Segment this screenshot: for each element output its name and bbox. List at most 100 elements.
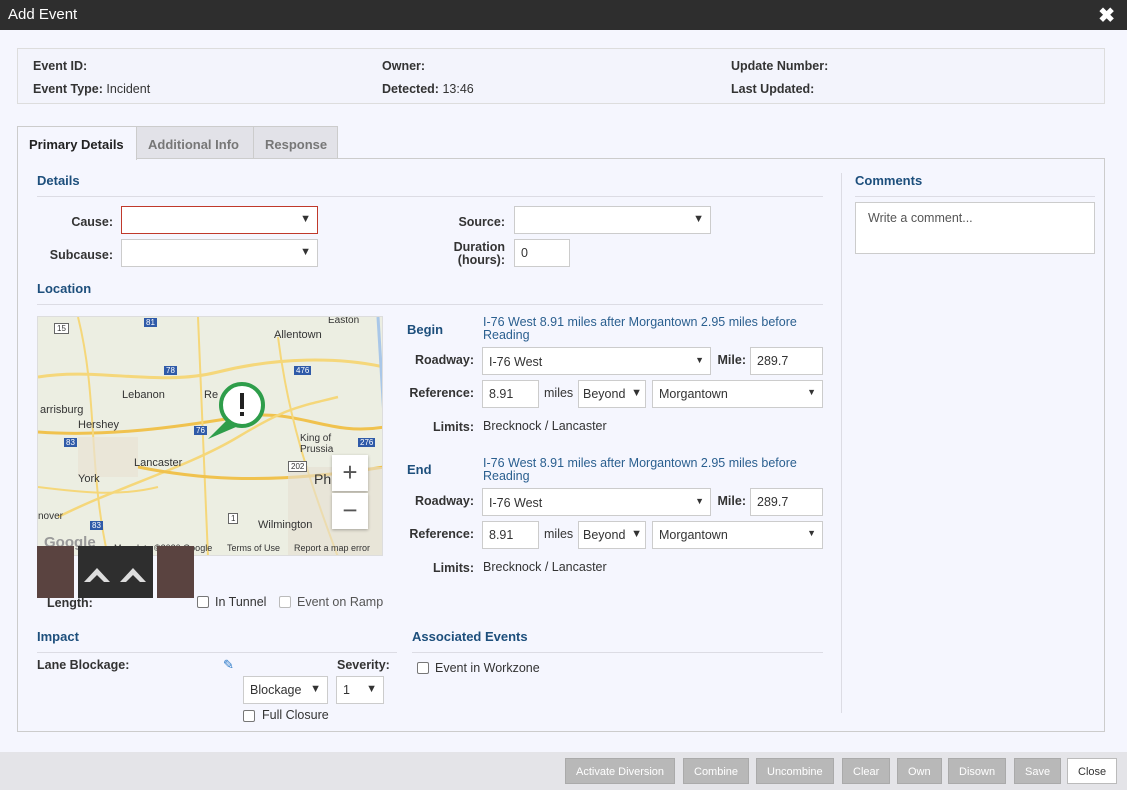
end-reference-label: Reference: (409, 527, 474, 541)
comments-divider-vertical (841, 173, 842, 713)
dialog-body: Event ID: Event Type: Incident Owner: De… (0, 30, 1127, 752)
source-label: Source: (458, 215, 505, 229)
end-direction-select[interactable]: Beyond ▼ (578, 521, 646, 549)
source-select[interactable]: ▼ (514, 206, 711, 234)
activate-diversion-button[interactable]: Activate Diversion (565, 758, 676, 784)
duration-label-hours: (hours): (457, 253, 505, 267)
shoulder-lane-left[interactable] (37, 546, 74, 598)
zoom-out-button[interactable]: − (332, 493, 368, 529)
end-reference-input[interactable]: 8.91 (482, 521, 539, 549)
comment-input[interactable]: Write a comment... (855, 202, 1095, 254)
route-shield-icon: 15 (54, 323, 69, 334)
details-divider (37, 196, 823, 197)
severity-select[interactable]: 1 ▼ (336, 676, 384, 704)
map-marker-icon[interactable] (208, 381, 268, 445)
tab-additional-info[interactable]: Additional Info (136, 126, 254, 159)
chevron-down-icon: ▼ (310, 683, 321, 695)
last-updated-field: Last Updated: (731, 82, 814, 96)
route-shield-icon: 476 (294, 366, 312, 375)
full-closure-checkbox[interactable] (243, 710, 255, 722)
event-on-ramp-checkbox[interactable] (279, 596, 291, 608)
route-shield-icon: 81 (144, 318, 157, 327)
begin-description: I-76 West 8.91 miles after Morgantown 2.… (483, 315, 797, 342)
combine-button[interactable]: Combine (683, 758, 750, 784)
travel-lanes[interactable] (78, 546, 153, 598)
close-button[interactable]: Close (1067, 758, 1118, 784)
comments-section-title: Comments (855, 173, 923, 188)
route-shield-icon: 276 (358, 438, 376, 447)
begin-limits-label: Limits: (433, 420, 474, 434)
subcause-label: Subcause: (49, 248, 113, 262)
save-button[interactable]: Save (1014, 758, 1062, 784)
detected-field: Detected: 13:46 (382, 82, 474, 96)
details-section-title: Details (37, 173, 80, 188)
dialog-titlebar: Add Event ✖ (0, 0, 1127, 30)
end-place-select[interactable]: Morgantown ▼ (652, 521, 823, 549)
dialog-title: Add Event (8, 6, 78, 23)
shoulder-lane-right[interactable] (157, 546, 194, 598)
associated-events-title: Associated Events (412, 629, 528, 644)
begin-reference-label: Reference: (409, 386, 474, 400)
end-limits-label: Limits: (433, 561, 474, 575)
end-mile-input[interactable]: 289.7 (750, 488, 823, 516)
map-city-label: Easton (328, 316, 360, 326)
event-info-panel: Event ID: Event Type: Incident Owner: De… (17, 48, 1105, 104)
full-closure-label: Full Closure (262, 708, 329, 722)
begin-miles-label: miles (544, 386, 574, 400)
map-city-label: nover (38, 511, 64, 522)
route-shield-icon: 202 (288, 461, 308, 472)
clear-button[interactable]: Clear (842, 758, 891, 784)
begin-reference-input[interactable]: 8.91 (482, 380, 539, 408)
map-city-label: arrisburg (40, 404, 84, 416)
begin-limits-value: Brecknock / Lancaster (483, 419, 607, 433)
cause-select[interactable]: ▼ (121, 206, 318, 234)
disown-button[interactable]: Disown (948, 758, 1007, 784)
map-city-label: King of Prussia (300, 433, 334, 455)
begin-direction-value: Beyond (583, 387, 626, 401)
map-city-label: Wilmington (258, 519, 313, 531)
begin-direction-select[interactable]: Beyond ▼ (578, 380, 646, 408)
map-terms-link[interactable]: Terms of Use (227, 543, 280, 553)
end-description: I-76 West 8.91 miles after Morgantown 2.… (483, 456, 797, 483)
zoom-in-button[interactable]: + (332, 455, 368, 491)
location-map[interactable]: Allentown Easton Lebanon Hershey arrisbu… (37, 316, 383, 556)
map-city-label: Hershey (78, 419, 119, 431)
tab-response[interactable]: Response (253, 126, 338, 159)
impact-section-title: Impact (37, 629, 79, 644)
associated-divider (412, 652, 823, 653)
detected-label: Detected: (382, 82, 439, 96)
event-in-workzone-checkbox[interactable] (417, 662, 429, 674)
event-id-label: Event ID: (33, 59, 88, 73)
location-divider (37, 304, 823, 305)
comments-divider (855, 196, 1095, 197)
begin-roadway-select[interactable]: I-76 West ▼ (482, 347, 711, 375)
blockage-select[interactable]: Blockage ▼ (243, 676, 328, 704)
duration-label: Duration (453, 240, 505, 254)
in-tunnel-checkbox[interactable] (197, 596, 209, 608)
route-shield-icon: 83 (64, 438, 77, 447)
chevron-down-icon: ▼ (695, 496, 704, 506)
map-report-link[interactable]: Report a map error (294, 543, 370, 553)
chevron-down-icon: ▼ (807, 387, 816, 397)
last-updated-label: Last Updated: (731, 82, 815, 96)
owner-field: Owner: (382, 59, 425, 73)
begin-mile-input[interactable]: 289.7 (750, 347, 823, 375)
tab-primary-details[interactable]: Primary Details (17, 126, 137, 160)
blockage-value: Blockage (250, 683, 302, 697)
begin-place-select[interactable]: Morgantown ▼ (652, 380, 823, 408)
duration-input[interactable]: 0 (514, 239, 570, 267)
lane-arrow-icon (84, 568, 146, 582)
map-city-label: Allentown (274, 329, 322, 341)
uncombine-button[interactable]: Uncombine (756, 758, 834, 784)
close-icon[interactable]: ✖ (1098, 3, 1115, 28)
event-type-label: Event Type: (33, 82, 103, 96)
own-button[interactable]: Own (897, 758, 942, 784)
chevron-down-icon: ▼ (366, 683, 377, 695)
pencil-icon[interactable]: ✎ (223, 657, 234, 673)
end-roadway-select[interactable]: I-76 West ▼ (482, 488, 711, 516)
end-roadway-value: I-76 West (489, 496, 543, 510)
subcause-select[interactable]: ▼ (121, 239, 318, 267)
lane-blockage-label: Lane Blockage: (37, 658, 130, 672)
owner-label: Owner: (382, 59, 426, 73)
end-place-value: Morgantown (659, 528, 728, 542)
